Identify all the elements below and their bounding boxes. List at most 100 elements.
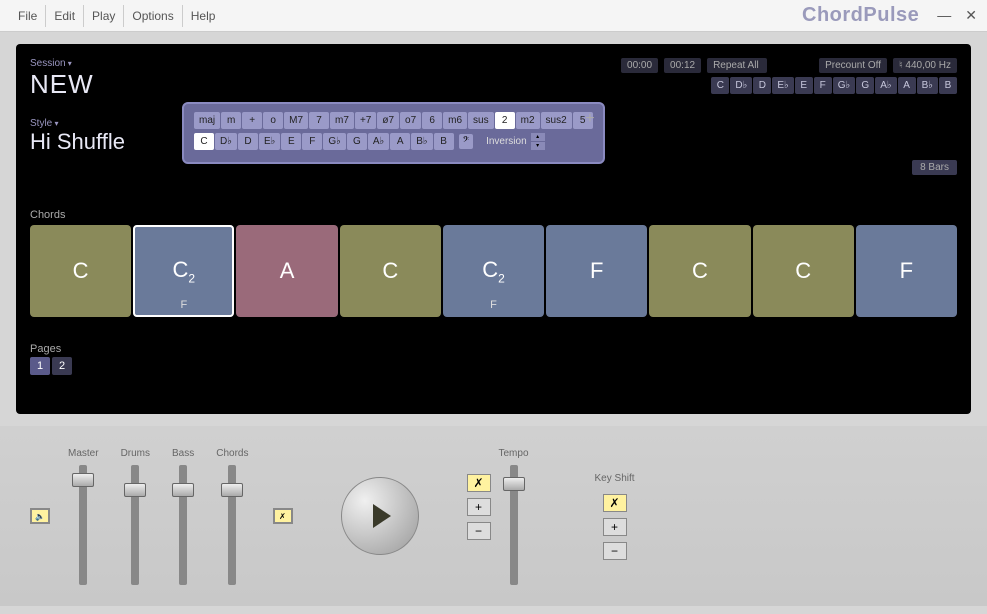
key-btn-E[interactable]: E <box>795 77 813 94</box>
page-btn-2[interactable]: 2 <box>52 357 72 375</box>
close-icon[interactable]: ✕ <box>965 7 977 24</box>
quality-btn-2[interactable]: 2 <box>495 112 515 129</box>
chord-slot-3[interactable]: C <box>340 225 441 317</box>
precount-toggle[interactable]: Precount Off <box>819 58 887 73</box>
quality-btn-o[interactable]: o <box>263 112 283 129</box>
fader-drums-label: Drums <box>121 448 150 459</box>
key-btn-G[interactable]: G <box>856 77 874 94</box>
keyshift-reset-button[interactable]: ✗ <box>603 494 627 512</box>
quality-btn-M7[interactable]: M7 <box>284 112 308 129</box>
fader-chords-cap[interactable] <box>221 483 243 497</box>
root-btn-D♭[interactable]: D♭ <box>215 133 237 150</box>
bars-badge[interactable]: 8 Bars <box>912 160 957 175</box>
quality-btn-+7[interactable]: +7 <box>355 112 376 129</box>
fader-tempo-cap[interactable] <box>503 477 525 491</box>
chord-slot-8[interactable]: F <box>856 225 957 317</box>
key-btn-D[interactable]: D <box>753 77 771 94</box>
menu-play[interactable]: Play <box>84 5 124 27</box>
fader-tempo-label: Tempo <box>499 448 529 459</box>
menubar: File Edit Play Options Help ChordPulse —… <box>0 0 987 32</box>
quality-btn-m7[interactable]: m7 <box>330 112 354 129</box>
fader-master-cap[interactable] <box>72 473 94 487</box>
root-btn-A[interactable]: A <box>390 133 410 150</box>
key-btn-E♭[interactable]: E♭ <box>772 77 793 94</box>
keyshift-block: Key Shift ✗ + − <box>595 473 635 560</box>
root-btn-F[interactable]: F <box>302 133 322 150</box>
tempo-block: ✗ + − Tempo <box>467 448 529 585</box>
fader-master: Master <box>68 448 99 585</box>
fader-bass-label: Bass <box>172 448 194 459</box>
keyshift-minus-button[interactable]: − <box>603 542 627 560</box>
chord-slot-4[interactable]: C2F <box>443 225 544 317</box>
time-total: 00:12 <box>664 58 701 73</box>
menu-edit[interactable]: Edit <box>46 5 84 27</box>
chords-label: Chords <box>30 209 957 221</box>
mixer-reset-button[interactable]: ✗ <box>273 508 293 524</box>
page-btn-1[interactable]: 1 <box>30 357 50 375</box>
root-btn-C[interactable]: C <box>194 133 214 150</box>
chord-slot-7[interactable]: C <box>753 225 854 317</box>
root-btn-G[interactable]: G <box>347 133 367 150</box>
tempo-reset-button[interactable]: ✗ <box>467 474 491 492</box>
chord-slot-2[interactable]: A <box>236 225 337 317</box>
chord-slot-1[interactable]: C2F <box>133 225 234 317</box>
key-btn-A[interactable]: A <box>898 77 916 94</box>
fader-drums-cap[interactable] <box>124 483 146 497</box>
key-btn-G♭[interactable]: G♭ <box>833 77 856 94</box>
session-name: NEW <box>30 69 94 100</box>
root-btn-E♭[interactable]: E♭ <box>259 133 280 150</box>
key-palette: CD♭DE♭EFG♭GA♭AB♭B <box>711 77 957 94</box>
chord-slot-0[interactable]: C <box>30 225 131 317</box>
menu-help[interactable]: Help <box>183 5 224 27</box>
fader-chords: Chords <box>216 448 248 585</box>
master-mute-button[interactable]: 🔈 <box>30 508 50 524</box>
quality-btn-m6[interactable]: m6 <box>443 112 467 129</box>
quality-btn-sus2[interactable]: sus2 <box>541 112 572 129</box>
root-btn-E[interactable]: E <box>281 133 301 150</box>
root-btn-B[interactable]: B <box>434 133 454 150</box>
root-btn-B♭[interactable]: B♭ <box>411 133 432 150</box>
chord-slot-6[interactable]: C <box>649 225 750 317</box>
menu-file[interactable]: File <box>10 5 46 27</box>
keyshift-label: Key Shift <box>595 473 635 484</box>
tempo-plus-button[interactable]: + <box>467 498 491 516</box>
quality-btn-m[interactable]: m <box>221 112 241 129</box>
quality-btn-m2[interactable]: m2 <box>516 112 540 129</box>
tempo-minus-button[interactable]: − <box>467 522 491 540</box>
key-btn-A♭[interactable]: A♭ <box>875 77 896 94</box>
chord-slot-5[interactable]: F <box>546 225 647 317</box>
root-row: CD♭DE♭EFG♭GA♭AB♭B𝄢Inversion▴▾ <box>194 133 593 150</box>
quality-btn-6[interactable]: 6 <box>422 112 442 129</box>
fader-chords-label: Chords <box>216 448 248 459</box>
session-dropdown[interactable]: Session <box>30 58 94 69</box>
quality-btn-o7[interactable]: o7 <box>400 112 421 129</box>
key-btn-D♭[interactable]: D♭ <box>730 77 752 94</box>
page-buttons: 12 <box>30 357 957 375</box>
quality-btn-+[interactable]: + <box>242 112 262 129</box>
picker-add-icon[interactable]: + <box>585 110 594 128</box>
play-button[interactable] <box>341 477 419 555</box>
root-btn-G♭[interactable]: G♭ <box>323 133 346 150</box>
key-btn-B♭[interactable]: B♭ <box>917 77 938 94</box>
key-btn-B[interactable]: B <box>939 77 957 94</box>
menu-options[interactable]: Options <box>124 5 182 27</box>
key-btn-C[interactable]: C <box>711 77 729 94</box>
quality-btn-ø7[interactable]: ø7 <box>377 112 399 129</box>
root-btn-D[interactable]: D <box>238 133 258 150</box>
quality-btn-sus[interactable]: sus <box>468 112 494 129</box>
clef-button[interactable]: 𝄢 <box>459 134 473 149</box>
fader-group: Master Drums Bass Chords <box>68 448 249 585</box>
chord-picker-popup: + majm+oM77m7+7ø7o76m6sus2m2sus25 CD♭DE♭… <box>182 102 605 164</box>
tuning-display[interactable]: ♮ 440,00 Hz <box>893 58 957 73</box>
fader-bass-cap[interactable] <box>172 483 194 497</box>
quality-btn-7[interactable]: 7 <box>309 112 329 129</box>
fader-tempo: Tempo <box>499 448 529 585</box>
repeat-mode[interactable]: Repeat All <box>707 58 767 73</box>
keyshift-plus-button[interactable]: + <box>603 518 627 536</box>
root-btn-A♭[interactable]: A♭ <box>368 133 389 150</box>
inversion-down[interactable]: ▾ <box>531 142 545 150</box>
quality-btn-maj[interactable]: maj <box>194 112 220 129</box>
inversion-up[interactable]: ▴ <box>531 133 545 141</box>
minimize-icon[interactable]: — <box>937 7 951 24</box>
key-btn-F[interactable]: F <box>814 77 832 94</box>
